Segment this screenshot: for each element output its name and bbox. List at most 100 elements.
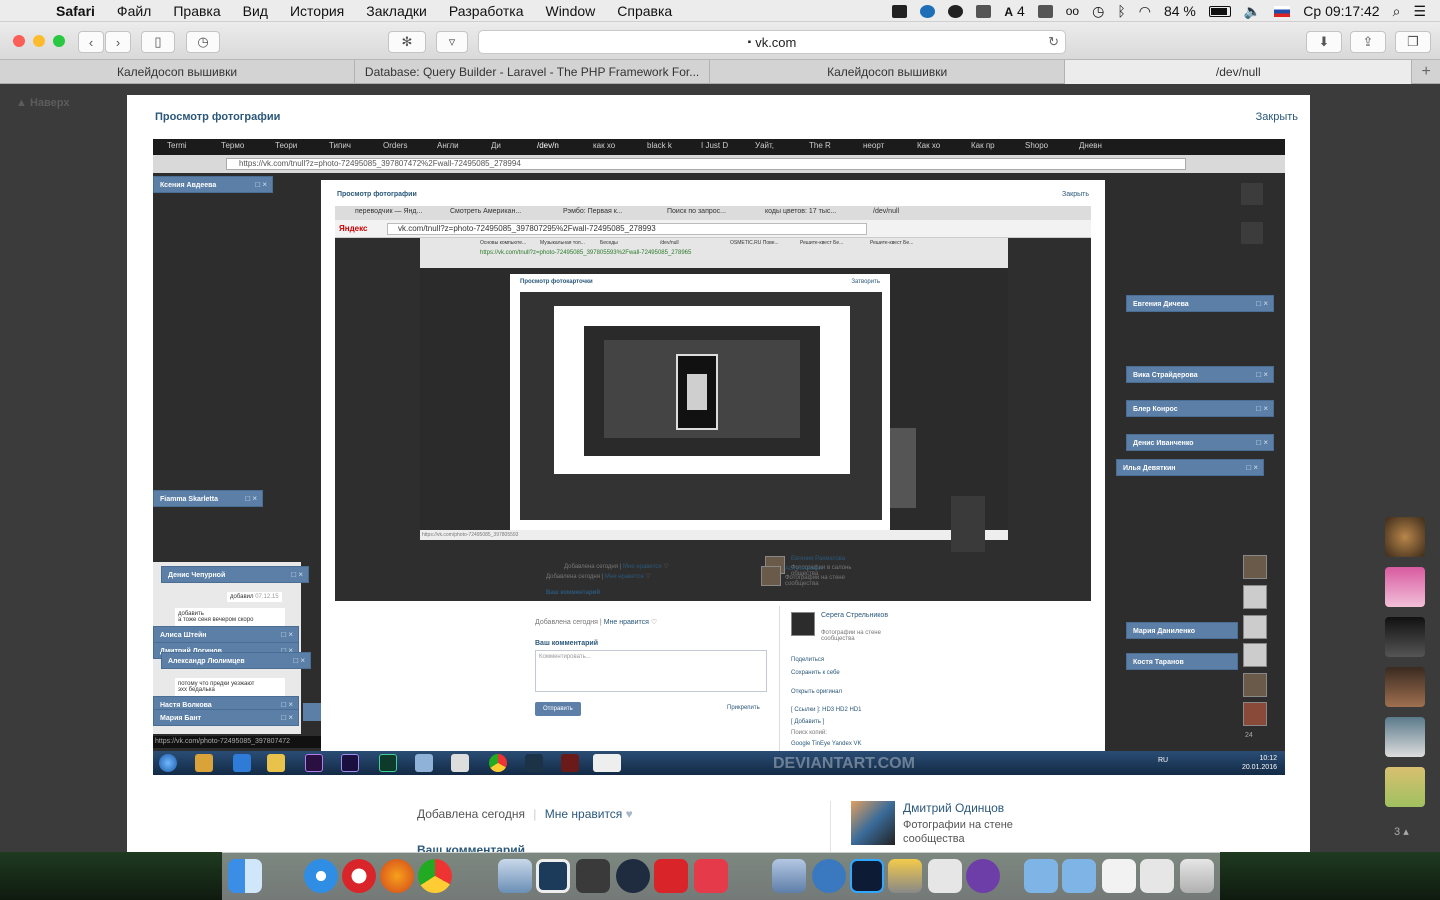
- status-adobe-icon[interactable]: A 4: [1004, 3, 1024, 19]
- meta-divider: [830, 801, 831, 852]
- clock-icon: ◷: [197, 34, 209, 49]
- menubar-clock[interactable]: Ср 09:17:42: [1303, 3, 1379, 19]
- downloads-stack-icon[interactable]: [1102, 859, 1136, 893]
- sourcetree-icon[interactable]: [536, 859, 570, 893]
- friend-avatar[interactable]: [1385, 667, 1425, 707]
- photoshop-icon[interactable]: [850, 859, 884, 893]
- inner-tab: The R: [809, 141, 831, 150]
- safari-icon[interactable]: [304, 859, 338, 893]
- folder-icon[interactable]: [1024, 859, 1058, 893]
- finder-icon[interactable]: [228, 859, 262, 893]
- menu-edit[interactable]: Правка: [173, 3, 220, 19]
- friend-avatar[interactable]: [1385, 617, 1425, 657]
- pocket-button[interactable]: ▿: [436, 31, 468, 53]
- tab-overview-button[interactable]: ❐: [1395, 31, 1431, 53]
- downloads-button[interactable]: ⬇: [1306, 31, 1342, 53]
- zoom-window-button[interactable]: [53, 35, 65, 47]
- level2-added-text: Добавлена сегодня: [546, 574, 600, 580]
- trash-icon[interactable]: [1180, 859, 1214, 893]
- level3-status: https://vk.com/photo-72495085_397805593: [420, 530, 1008, 540]
- sidebar-button[interactable]: ▯: [141, 31, 175, 53]
- new-tab-button[interactable]: +: [1412, 60, 1440, 84]
- glasses-icon[interactable]: oo: [1066, 4, 1079, 18]
- level2-tab: /dev/null: [873, 208, 900, 215]
- pocket-dock-icon[interactable]: [694, 859, 728, 893]
- level3-chrome: Основы компьюте... Музыкальная тол... Бе…: [420, 238, 1008, 268]
- documents-stack-icon[interactable]: [1140, 859, 1174, 893]
- virtualbox-icon[interactable]: [498, 859, 532, 893]
- bookmarks-icon[interactable]: [654, 859, 688, 893]
- battery-percent[interactable]: 84 %: [1164, 3, 1196, 19]
- menu-help[interactable]: Справка: [617, 3, 672, 19]
- level3-side-thumbs: [890, 428, 916, 508]
- chat-name: Настя Волкова: [160, 702, 212, 709]
- author-name-link[interactable]: Дмитрий Одинцов: [903, 801, 1004, 815]
- time-machine-icon[interactable]: ◷: [1092, 3, 1104, 20]
- friend-avatar[interactable]: [1385, 767, 1425, 807]
- author-avatar[interactable]: [851, 801, 895, 845]
- reload-icon[interactable]: ↻: [1048, 34, 1059, 50]
- quicktime-icon[interactable]: [616, 859, 650, 893]
- tab-4-active[interactable]: /dev/null: [1065, 60, 1413, 84]
- forward-button[interactable]: ›: [105, 31, 131, 53]
- close-window-button[interactable]: [13, 35, 25, 47]
- status-circle-icon[interactable]: [948, 4, 964, 18]
- chrome-dock-icon[interactable]: [418, 859, 452, 893]
- wifi-icon[interactable]: ◠: [1139, 3, 1151, 20]
- like-link[interactable]: Мне нравится: [545, 807, 623, 821]
- tab-2[interactable]: Database: Query Builder - Laravel - The …: [355, 60, 711, 84]
- dota-icon: [561, 754, 579, 772]
- back-button[interactable]: ‹: [78, 31, 104, 53]
- menu-app-name[interactable]: Safari: [56, 3, 95, 19]
- minimize-window-button[interactable]: [33, 35, 45, 47]
- github-icon[interactable]: [966, 859, 1000, 893]
- dropbox-icon[interactable]: [976, 4, 992, 18]
- status-cloud-icon[interactable]: [920, 4, 936, 18]
- menu-file[interactable]: Файл: [117, 3, 151, 19]
- menu-bookmarks[interactable]: Закладки: [366, 3, 427, 19]
- friend-avatar[interactable]: [1385, 567, 1425, 607]
- sequel-icon[interactable]: [888, 859, 922, 893]
- firefox-icon[interactable]: [380, 859, 414, 893]
- chat-name: Костя Таранов: [1133, 659, 1184, 666]
- vk-app-icon[interactable]: [812, 859, 846, 893]
- screenshots-folder-icon[interactable]: [1062, 859, 1096, 893]
- inner-like: Мне нравится: [603, 619, 649, 626]
- opera-icon[interactable]: [342, 859, 376, 893]
- menu-develop[interactable]: Разработка: [449, 3, 524, 19]
- notification-center-icon[interactable]: ☰: [1413, 3, 1426, 20]
- inner-avatar: [1243, 673, 1267, 697]
- photo-image[interactable]: Termi Термо Теори Типич Orders Англи Ди …: [153, 139, 1285, 775]
- back-to-top-link[interactable]: ▲ Наверх: [16, 97, 69, 109]
- heart-icon[interactable]: ♥: [626, 807, 633, 821]
- friends-count[interactable]: 3 ▴: [1394, 825, 1409, 838]
- level2-comment-header: Ваш комментарий: [546, 590, 601, 596]
- textedit-icon[interactable]: [928, 859, 962, 893]
- friend-avatar[interactable]: [1385, 517, 1425, 557]
- history-button[interactable]: ◷: [186, 31, 220, 53]
- volume-icon[interactable]: 🔈: [1244, 3, 1261, 20]
- status-app-icon[interactable]: [892, 4, 908, 18]
- preview-icon[interactable]: [772, 859, 806, 893]
- status-plus-icon[interactable]: [1037, 4, 1053, 18]
- battery-icon[interactable]: [1208, 5, 1231, 17]
- extension-button[interactable]: ✻: [388, 31, 426, 53]
- bluetooth-icon[interactable]: ᛒ: [1117, 3, 1125, 19]
- chat-tab: Вика Страйдерова □ ×: [1126, 366, 1274, 383]
- inner-url: https://vk.com/tnull?z=photo-72495085_39…: [226, 158, 1186, 170]
- tab-3[interactable]: Калейдосоп вышивки: [710, 60, 1066, 84]
- inner-tab: неорт: [863, 141, 885, 150]
- sublime-icon[interactable]: [576, 859, 610, 893]
- level3-tab: Беседы: [600, 240, 618, 246]
- menu-window[interactable]: Window: [545, 3, 595, 19]
- friend-avatar[interactable]: [1385, 717, 1425, 757]
- tab-1[interactable]: Калейдосоп вышивки: [0, 60, 356, 84]
- panel-close-link[interactable]: Закрыть: [1256, 111, 1298, 123]
- level3-photo: [520, 292, 882, 520]
- menu-view[interactable]: Вид: [243, 3, 268, 19]
- share-button[interactable]: ⇪: [1350, 31, 1386, 53]
- menu-history[interactable]: История: [290, 3, 344, 19]
- address-bar[interactable]: ▪ vk.com ↻: [478, 30, 1066, 54]
- flag-ru-icon[interactable]: [1274, 5, 1291, 17]
- spotlight-icon[interactable]: ⌕: [1393, 3, 1401, 20]
